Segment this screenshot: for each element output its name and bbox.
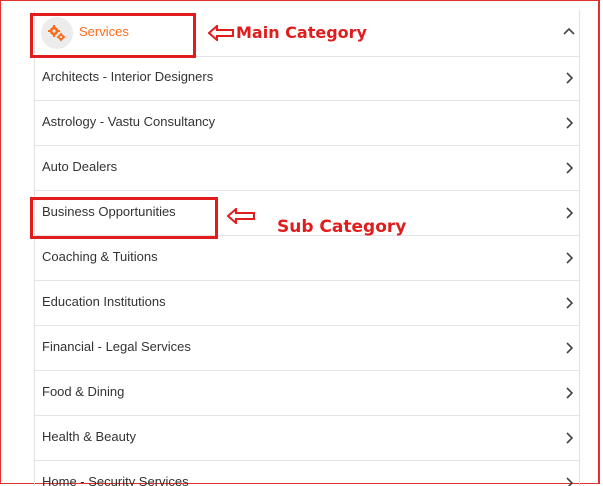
chevron-up-icon[interactable] [563,27,575,35]
sub-category-item[interactable]: Astrology - Vastu Consultancy [35,101,579,146]
sub-category-label: Education Institutions [42,294,166,309]
sub-category-item[interactable]: Financial - Legal Services [35,326,579,371]
sub-category-label: Health & Beauty [42,429,136,444]
sub-category-label: Auto Dealers [42,159,118,174]
sub-category-item[interactable]: Coaching & Tuitions [35,236,579,281]
left-arrow-icon [208,25,234,41]
main-category-annotation: Main Category [236,23,367,42]
chevron-right-icon [566,342,573,354]
chevron-right-icon [566,162,573,174]
chevron-right-icon [566,72,573,84]
sub-category-item[interactable]: Architects - Interior Designers [35,56,579,101]
chevron-right-icon [566,207,573,219]
sub-category-annotation: Sub Category [277,217,407,237]
chevron-right-icon [566,477,573,486]
category-panel: Services Architects - Interior Designers… [34,10,580,486]
main-category-highlight-box [30,13,196,58]
chevron-right-icon [566,432,573,444]
sub-category-highlight-box [30,197,218,239]
chevron-right-icon [566,252,573,264]
sub-category-item[interactable]: Education Institutions [35,281,579,326]
sub-category-item[interactable]: Home - Security Services [35,461,579,486]
sub-category-list: Architects - Interior Designers Astrolog… [35,56,579,486]
sub-category-label: Food & Dining [42,384,125,399]
sub-category-item[interactable]: Food & Dining [35,371,579,416]
chevron-right-icon [566,387,573,399]
sub-category-label: Financial - Legal Services [42,339,191,354]
chevron-right-icon [566,117,573,129]
sub-category-label: Coaching & Tuitions [42,249,158,264]
left-arrow-icon [227,208,255,224]
sub-category-label: Architects - Interior Designers [42,69,214,84]
sub-category-item[interactable]: Auto Dealers [35,146,579,191]
sub-category-item[interactable]: Health & Beauty [35,416,579,461]
sub-category-label: Astrology - Vastu Consultancy [42,114,216,129]
sub-category-label: Home - Security Services [42,474,189,486]
chevron-right-icon [566,297,573,309]
